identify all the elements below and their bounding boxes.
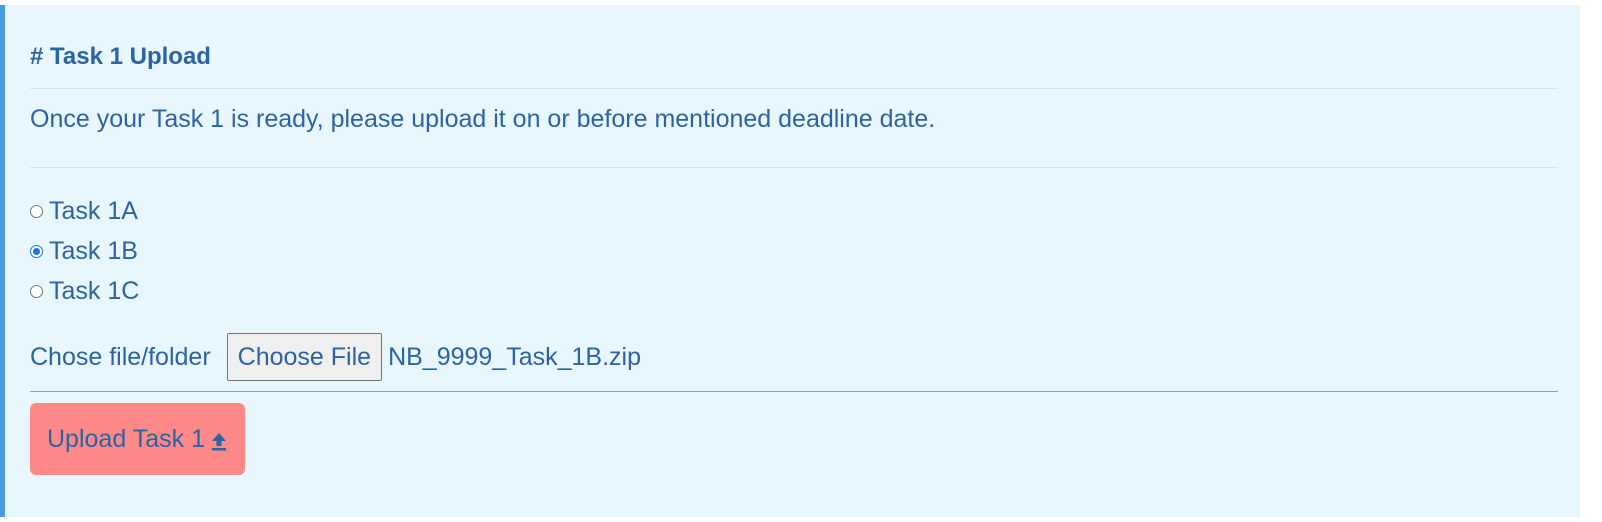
choose-file-button[interactable]: Choose File (226, 333, 383, 381)
task-option-label: Task 1A (49, 196, 138, 225)
selected-file-name: NB_9999_Task_1B.zip (388, 342, 642, 371)
divider (30, 88, 1558, 89)
file-label: Chose file/folder (30, 342, 211, 371)
file-chooser-row: Chose file/folder Choose File NB_9999_Ta… (30, 332, 641, 382)
radio-button[interactable] (30, 284, 43, 298)
task-option-1b[interactable]: Task 1B (30, 231, 139, 271)
task-option-1a[interactable]: Task 1A (30, 191, 139, 231)
upload-button-label: Upload Task 1 (47, 424, 205, 453)
upload-task-button[interactable]: Upload Task 1 (30, 403, 245, 475)
task-option-label: Task 1C (49, 276, 140, 305)
upload-arrow-icon (211, 429, 227, 451)
divider (30, 391, 1558, 392)
divider (30, 167, 1558, 168)
task-option-1c[interactable]: Task 1C (30, 271, 139, 311)
radio-button[interactable] (30, 204, 43, 218)
task-radio-group: Task 1A Task 1B Task 1C (30, 191, 139, 311)
section-title: # Task 1 Upload (30, 43, 211, 70)
radio-button[interactable] (30, 244, 43, 258)
task-upload-panel: # Task 1 Upload Once your Task 1 is read… (0, 5, 1580, 517)
task-option-label: Task 1B (49, 236, 138, 265)
section-description: Once your Task 1 is ready, please upload… (30, 105, 936, 133)
